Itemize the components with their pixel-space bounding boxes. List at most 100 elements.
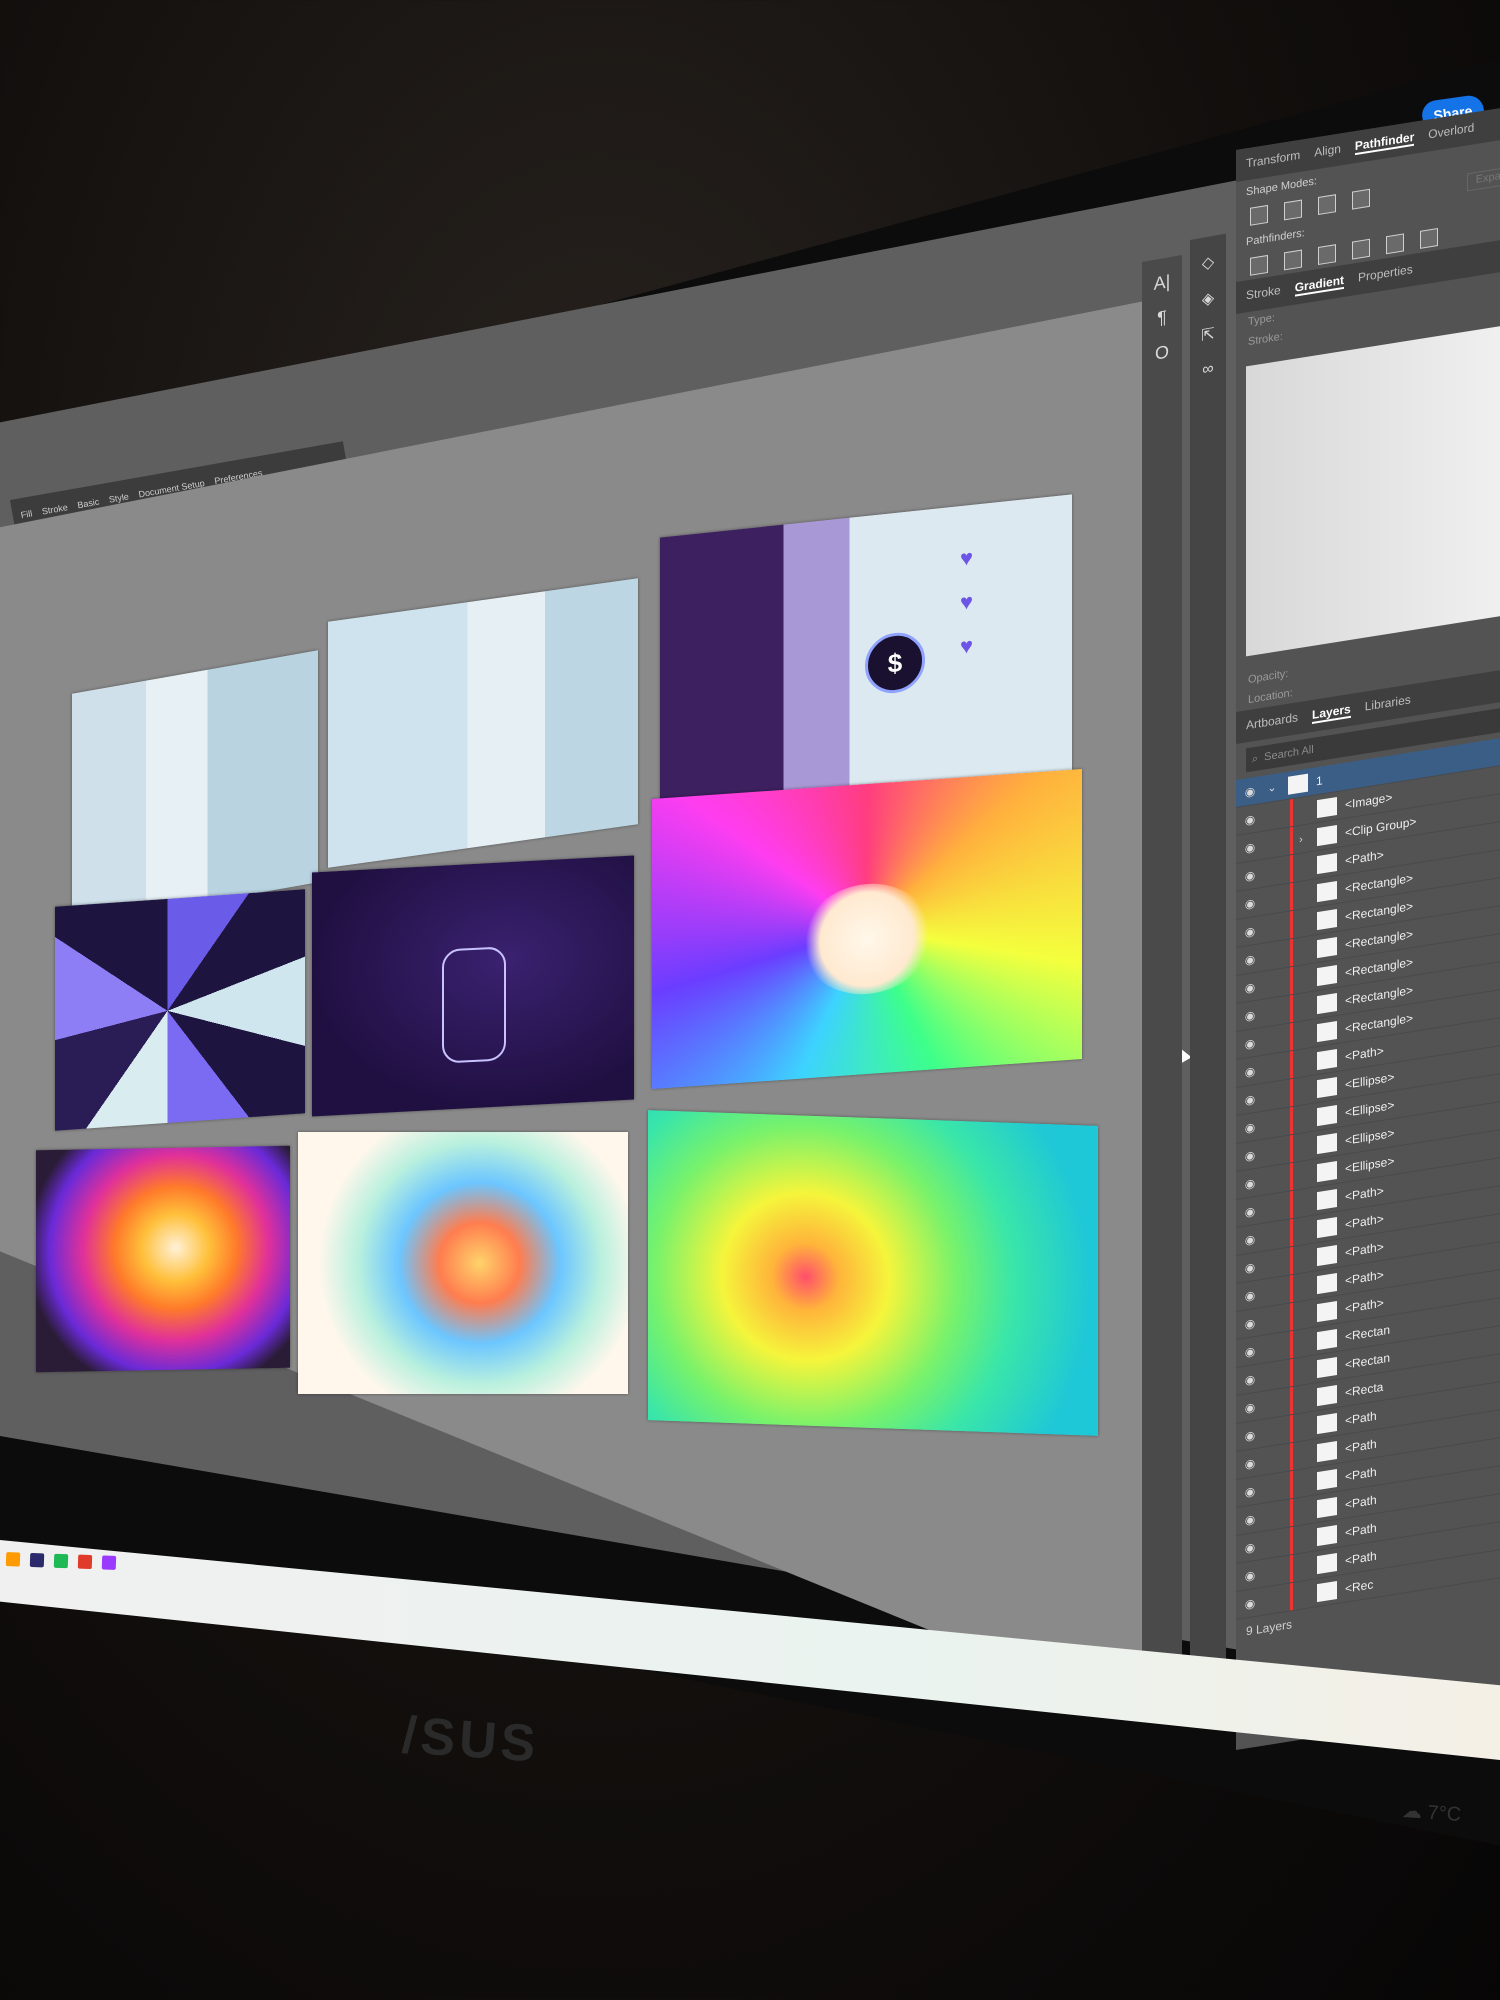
layer-name: <Image>	[1345, 789, 1393, 812]
eye-icon[interactable]: ◉	[1236, 978, 1264, 996]
eye-icon[interactable]: ◉	[1236, 1510, 1264, 1528]
artboard-9[interactable]	[648, 1110, 1098, 1436]
eye-icon[interactable]: ◉	[1236, 1398, 1264, 1416]
layer-color-marker	[1290, 1526, 1293, 1555]
eye-icon[interactable]: ◉	[1236, 1034, 1264, 1052]
illustrator-icon[interactable]	[5, 1552, 21, 1567]
eye-icon[interactable]: ◉	[1236, 1566, 1264, 1584]
eye-icon[interactable]: ◉	[1236, 894, 1264, 912]
eye-icon[interactable]: ◉	[1236, 1090, 1264, 1108]
eye-icon[interactable]: ◉	[1236, 922, 1264, 940]
app-icon[interactable]	[101, 1555, 117, 1570]
app-icon[interactable]	[29, 1552, 45, 1568]
shape-builder-icon[interactable]: ◇	[1190, 250, 1226, 276]
eye-icon[interactable]: ◉	[1236, 1118, 1264, 1136]
tab-pathfinder[interactable]: Pathfinder	[1354, 129, 1415, 156]
eye-icon[interactable]: ◉	[1236, 1006, 1264, 1024]
eye-icon[interactable]: ◉	[1236, 782, 1264, 800]
character-icon[interactable]: A|	[1142, 269, 1182, 297]
eye-icon[interactable]: ◉	[1236, 1538, 1264, 1556]
eye-icon[interactable]: ◉	[1236, 810, 1264, 828]
divide-button[interactable]	[1250, 254, 1268, 276]
expand-button[interactable]: Expand	[1466, 164, 1500, 192]
eye-icon[interactable]: ◉	[1236, 1426, 1264, 1444]
eye-icon[interactable]: ◉	[1236, 1258, 1264, 1276]
tab-align[interactable]: Align	[1314, 141, 1341, 161]
spotify-icon[interactable]	[53, 1553, 69, 1569]
outline-button[interactable]	[1386, 233, 1404, 255]
intersect-button[interactable]	[1318, 194, 1336, 216]
exclude-button[interactable]	[1352, 188, 1370, 210]
opentype-icon[interactable]: O	[1142, 339, 1182, 367]
eye-icon[interactable]: ◉	[1236, 1370, 1264, 1388]
tab-artboards[interactable]: Artboards	[1246, 710, 1298, 734]
layer-name: <Rectangle>	[1345, 898, 1414, 924]
artboard-2[interactable]	[328, 578, 638, 868]
control-stroke[interactable]: Stroke	[41, 502, 68, 516]
eye-icon[interactable]: ◉	[1236, 1482, 1264, 1500]
layer-name: <Path>	[1345, 1239, 1384, 1260]
tab-layers[interactable]: Layers	[1312, 701, 1351, 724]
artboard-5[interactable]	[312, 855, 634, 1117]
eye-icon[interactable]: ◉	[1236, 1230, 1264, 1248]
artboard-7[interactable]	[36, 1145, 290, 1373]
eye-icon[interactable]: ◉	[1236, 1062, 1264, 1080]
eye-icon[interactable]: ◉	[1236, 1286, 1264, 1304]
chevron-right-icon[interactable]: ›	[1293, 832, 1309, 847]
layer-thumbnail	[1317, 1104, 1337, 1126]
layer-name: <Path>	[1345, 1183, 1384, 1204]
artwork-figure	[442, 946, 506, 1064]
tab-transform[interactable]: Transform	[1246, 148, 1300, 173]
link-icon[interactable]: ∞	[1190, 358, 1226, 382]
gradient-slider[interactable]	[1246, 322, 1500, 657]
control-fill[interactable]: Fill	[20, 508, 33, 520]
chevron-down-icon[interactable]: ⌄	[1264, 780, 1280, 796]
tab-overlord[interactable]: Overlord	[1428, 120, 1474, 143]
eye-icon[interactable]: ◉	[1236, 1174, 1264, 1192]
tab-libraries[interactable]: Libraries	[1365, 692, 1411, 715]
search-icon: ⌕	[1252, 751, 1259, 765]
eye-icon[interactable]: ◉	[1236, 1594, 1264, 1612]
paragraph-icon[interactable]: ¶	[1142, 304, 1182, 332]
eye-icon[interactable]: ◉	[1236, 950, 1264, 968]
app-icon[interactable]	[77, 1554, 93, 1570]
layer-color-marker	[1290, 1582, 1293, 1611]
artboard-6[interactable]	[652, 768, 1082, 1090]
eye-icon[interactable]: ◉	[1236, 1342, 1264, 1360]
minus-back-button[interactable]	[1420, 228, 1438, 249]
layer-color-marker	[1290, 1302, 1293, 1331]
minus-front-button[interactable]	[1284, 199, 1302, 221]
eye-icon[interactable]: ◉	[1236, 1314, 1264, 1332]
shape-icon[interactable]: ◈	[1190, 286, 1226, 312]
weather-widget[interactable]: ☁ 7°C	[1401, 1798, 1462, 1827]
unite-button[interactable]	[1250, 204, 1268, 226]
eye-icon[interactable]: ◉	[1236, 1146, 1264, 1164]
layer-thumbnail	[1317, 880, 1337, 902]
tab-properties[interactable]: Properties	[1358, 262, 1413, 287]
layer-thumbnail	[1317, 824, 1337, 846]
artboard-1[interactable]	[72, 650, 318, 926]
trim-button[interactable]	[1284, 249, 1302, 271]
eye-icon[interactable]: ◉	[1236, 1454, 1264, 1472]
layer-name: <Path	[1345, 1408, 1377, 1428]
eye-icon[interactable]: ◉	[1236, 866, 1264, 884]
layer-color-marker	[1290, 1078, 1293, 1107]
merge-button[interactable]	[1318, 244, 1336, 266]
crop-button[interactable]	[1352, 238, 1370, 260]
layer-color-marker	[1290, 938, 1293, 967]
artboard-8[interactable]	[298, 1132, 628, 1394]
export-icon[interactable]: ⇱	[1190, 322, 1226, 348]
tab-stroke[interactable]: Stroke	[1246, 283, 1281, 304]
eye-icon[interactable]: ◉	[1236, 838, 1264, 856]
artboard-4[interactable]	[55, 889, 305, 1131]
tab-gradient[interactable]: Gradient	[1294, 272, 1345, 297]
layer-color-marker	[1290, 1162, 1293, 1191]
layer-color-marker	[1290, 1218, 1293, 1247]
eye-icon[interactable]: ◉	[1236, 1202, 1264, 1220]
